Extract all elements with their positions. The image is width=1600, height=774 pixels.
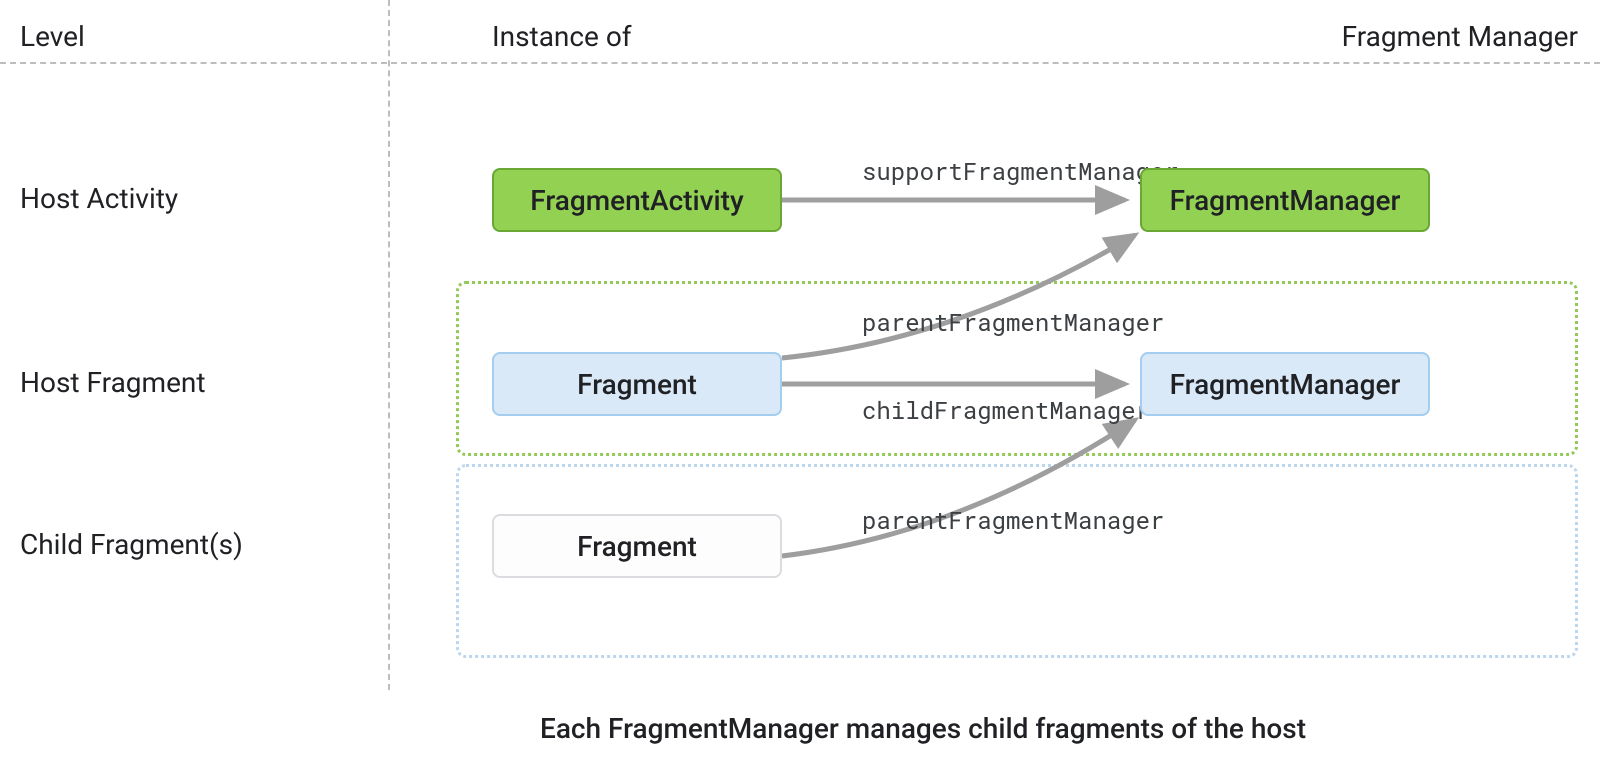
box-fragment-manager-green: FragmentManager — [1140, 168, 1430, 232]
row-label-host-fragment: Host Fragment — [20, 366, 206, 399]
box-label: FragmentActivity — [530, 184, 743, 217]
row-label-child-fragments: Child Fragment(s) — [20, 528, 243, 561]
header-fragment-manager: Fragment Manager — [1118, 20, 1578, 53]
box-label: FragmentManager — [1170, 368, 1401, 401]
column-divider — [388, 0, 390, 690]
box-fragment-activity: FragmentActivity — [492, 168, 782, 232]
box-fragment-blue: Fragment — [492, 352, 782, 416]
diagram-caption: Each FragmentManager manages child fragm… — [540, 712, 1306, 745]
box-fragment-manager-blue: FragmentManager — [1140, 352, 1430, 416]
box-label: FragmentManager — [1170, 184, 1401, 217]
box-label: Fragment — [577, 530, 697, 563]
header-level: Level — [20, 20, 85, 53]
header-instance-of: Instance of — [492, 20, 632, 53]
header-divider — [0, 62, 1600, 64]
edge-label-child-fm: childFragmentManager — [862, 394, 1150, 426]
row-label-host-activity: Host Activity — [20, 182, 178, 215]
edge-label-parent-fm-1: parentFragmentManager — [862, 306, 1164, 338]
edge-label-parent-fm-2: parentFragmentManager — [862, 504, 1164, 536]
edge-label-support-fm: supportFragmentManager — [862, 155, 1179, 187]
box-label: Fragment — [577, 368, 697, 401]
box-fragment-white: Fragment — [492, 514, 782, 578]
